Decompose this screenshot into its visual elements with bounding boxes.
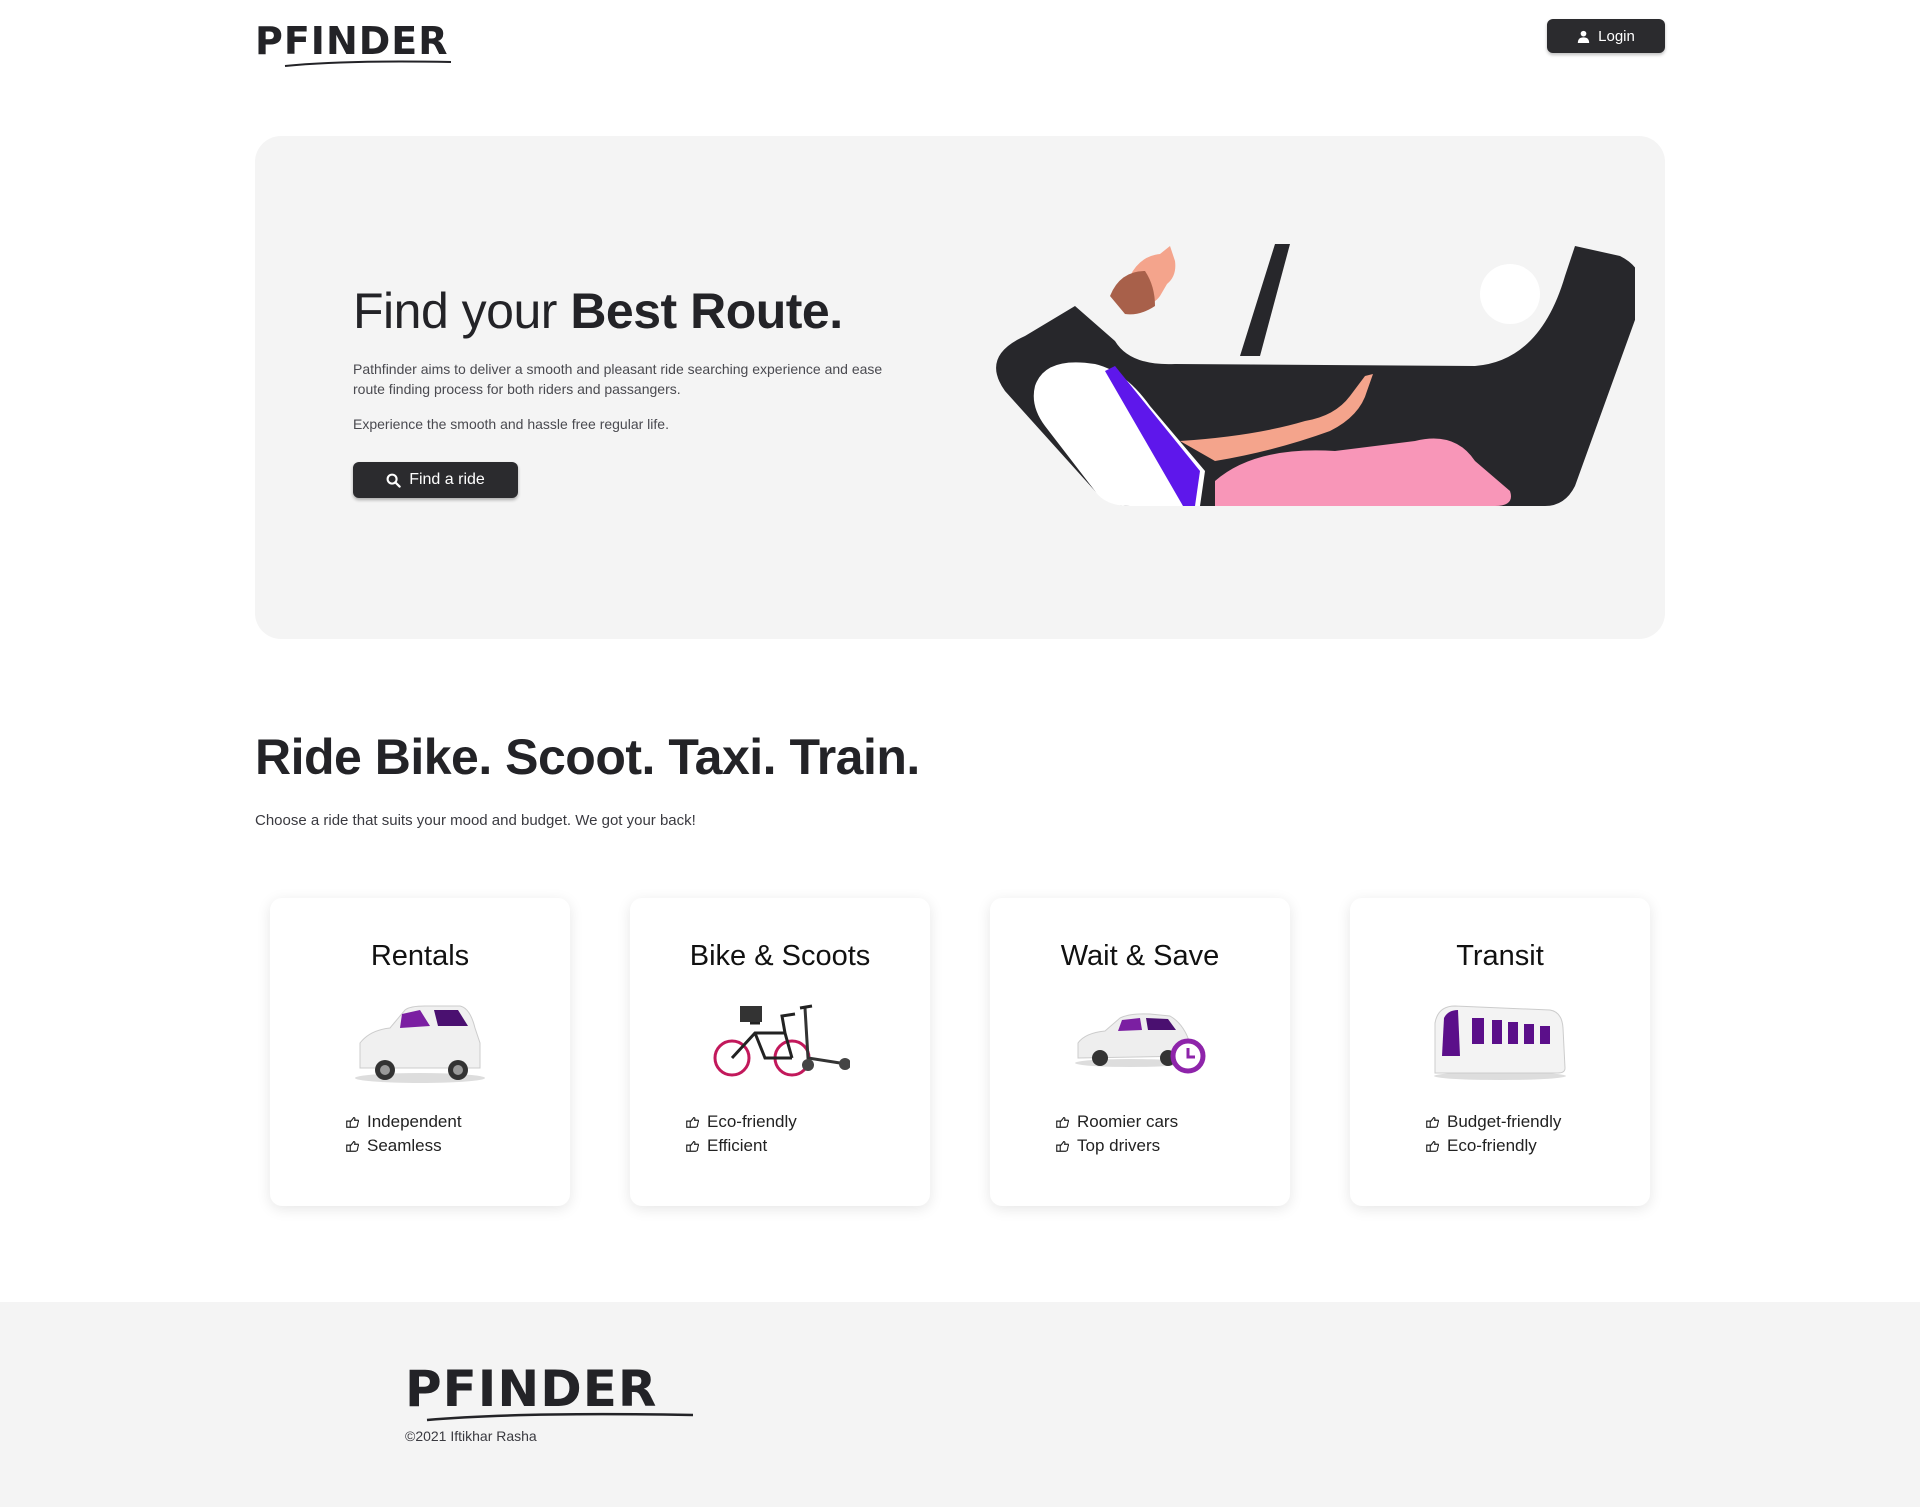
bike-scooter-image: [713, 1004, 850, 1077]
hero-description: Pathfinder aims to deliver a smooth and …: [353, 361, 883, 397]
pointing-hand-icon: [346, 1117, 359, 1128]
find-ride-button[interactable]: Find a ride: [353, 462, 518, 498]
card-wait-save[interactable]: Wait & Save Roomier cars Top drivers: [990, 898, 1290, 1206]
card-title: Rentals: [370, 940, 470, 972]
pointing-hand-icon: [1056, 1117, 1069, 1128]
logo[interactable]: PFINDER: [255, 20, 455, 68]
hero-title-bold: Best Route.: [570, 283, 843, 339]
car-clock-image: [1075, 1013, 1206, 1074]
footer: PFINDER ©2021 Iftikhar Rasha: [0, 1302, 1920, 1507]
logo-swoosh-icon: [426, 1412, 694, 1422]
pointing-hand-icon: [1426, 1141, 1439, 1152]
hero-tagline: Experience the smooth and hassle free re…: [353, 416, 669, 432]
card-transit[interactable]: Transit Budget-friendly Eco-friendly: [1350, 898, 1650, 1206]
feature-text: Eco-friendly: [707, 1112, 797, 1131]
list-item: Eco-friendly: [1425, 1134, 1561, 1158]
pointing-hand-icon: [1056, 1141, 1069, 1152]
card-rentals[interactable]: Rentals Independent Seamless: [270, 898, 570, 1206]
hero-banner: Find your Best Route. Pathfinder aims to…: [255, 136, 1665, 639]
ride-title-regular: Bike. Scoot. Taxi. Train.: [361, 729, 921, 785]
feature-list: Eco-friendly Efficient: [685, 1110, 797, 1158]
driver-illustration: [996, 244, 1635, 506]
logo-swoosh-icon: [284, 60, 452, 67]
card-title: Wait & Save: [1060, 940, 1220, 972]
footer-logo[interactable]: PFINDER: [405, 1362, 695, 1422]
search-icon: [386, 473, 401, 488]
hero-title-regular: Find your: [353, 283, 571, 339]
feature-list: Roomier cars Top drivers: [1055, 1110, 1178, 1158]
header: PFINDER Login: [0, 0, 1920, 90]
footer-logo-text: PFINDER: [405, 1360, 658, 1418]
feature-text: Roomier cars: [1077, 1112, 1179, 1131]
pointing-hand-icon: [346, 1141, 359, 1152]
card-title: Bike & Scoots: [689, 940, 871, 972]
feature-text: Seamless: [367, 1136, 442, 1155]
list-item: Roomier cars: [1055, 1110, 1178, 1134]
pointing-hand-icon: [1426, 1117, 1439, 1128]
feature-text: Top drivers: [1077, 1136, 1161, 1155]
card-bike-scoots[interactable]: Bike & Scoots Eco-friendly Efficient: [630, 898, 930, 1206]
ride-section-title: Ride Bike. Scoot. Taxi. Train.: [255, 728, 920, 786]
logo-text: PFINDER: [255, 19, 449, 63]
feature-text: Efficient: [707, 1136, 768, 1155]
card-title: Transit: [1456, 940, 1544, 972]
ride-title-bold: Ride: [255, 729, 362, 785]
copyright-text: ©2021 Iftikhar Rasha: [405, 1428, 537, 1444]
pointing-hand-icon: [686, 1117, 699, 1128]
login-button[interactable]: Login: [1547, 19, 1665, 53]
list-item: Top drivers: [1055, 1134, 1178, 1158]
user-icon: [1577, 30, 1590, 43]
feature-list: Independent Seamless: [345, 1110, 462, 1158]
list-item: Seamless: [345, 1134, 462, 1158]
feature-text: Independent: [367, 1112, 462, 1131]
list-item: Independent: [345, 1110, 462, 1134]
car-image: [355, 1005, 485, 1083]
list-item: Efficient: [685, 1134, 797, 1158]
ride-section-subtitle: Choose a ride that suits your mood and b…: [255, 812, 696, 829]
pointing-hand-icon: [686, 1141, 699, 1152]
feature-text: Eco-friendly: [1447, 1136, 1537, 1155]
list-item: Budget-friendly: [1425, 1110, 1561, 1134]
find-ride-label: Find a ride: [409, 471, 485, 488]
hero-title: Find your Best Route.: [353, 282, 843, 340]
train-image: [1434, 1005, 1566, 1080]
feature-text: Budget-friendly: [1447, 1112, 1562, 1131]
login-label: Login: [1598, 27, 1635, 45]
feature-list: Budget-friendly Eco-friendly: [1425, 1110, 1561, 1158]
list-item: Eco-friendly: [685, 1110, 797, 1134]
